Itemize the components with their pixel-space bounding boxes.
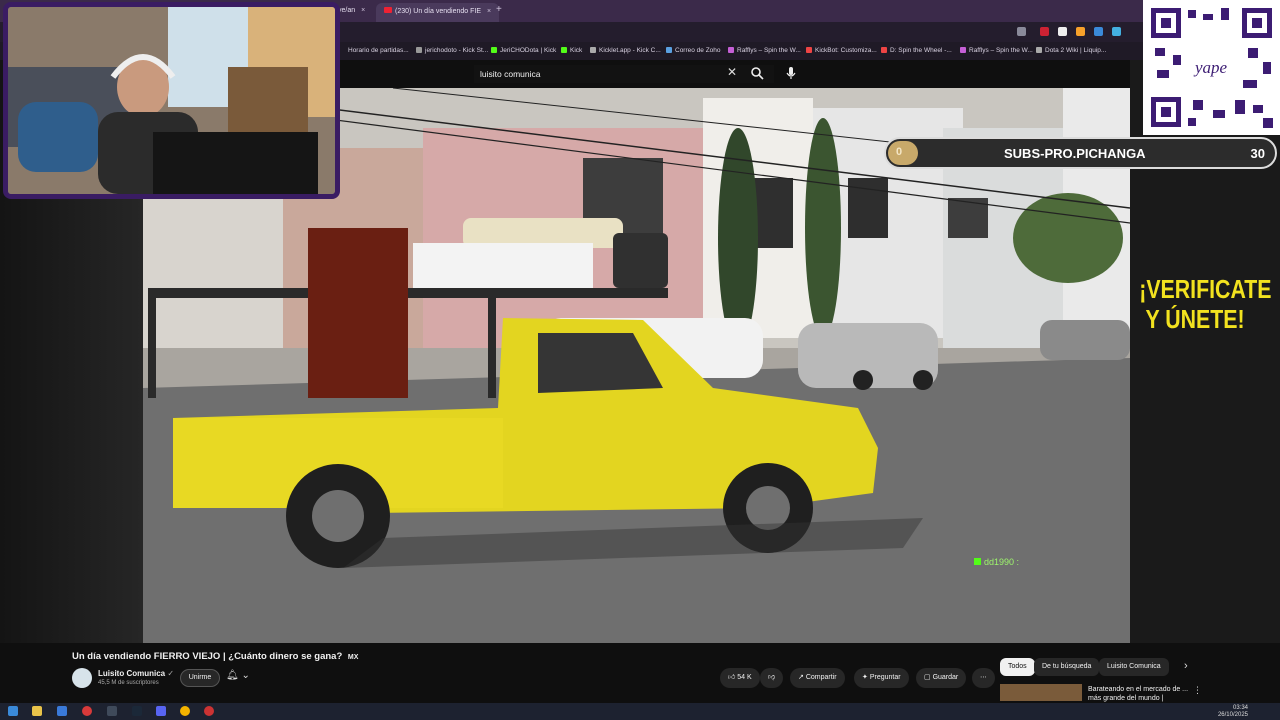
yape-logo: yape (1193, 58, 1228, 77)
file-explorer-icon[interactable] (32, 706, 42, 716)
bookmark-icon (1036, 47, 1042, 53)
steam-icon[interactable] (132, 706, 142, 716)
country-flag: MX (347, 654, 359, 661)
cast-icon[interactable] (1017, 27, 1026, 36)
share-icon: ↗ (798, 674, 804, 681)
extension-icon[interactable] (1058, 27, 1067, 36)
recommended-title[interactable]: Barateando en el mercado de ... más gran… (1088, 685, 1188, 703)
notification-bell-icon[interactable]: 🔔︎ ⌄ (226, 670, 250, 681)
bookmark-item[interactable]: KickBot: Customiza... (806, 47, 877, 54)
dislike-button[interactable]: 👎︎ (760, 668, 784, 688)
close-tab-icon[interactable]: × (487, 8, 491, 15)
more-options-icon[interactable]: ⋮ (1193, 685, 1202, 696)
chip-from-search[interactable]: De tu búsqueda (1034, 658, 1100, 676)
verify-banner-text: ¡VERIFICATE Y ÚNETE! (1139, 274, 1272, 334)
chevron-right-icon[interactable]: › (1184, 660, 1188, 672)
bookmark-item[interactable]: Rafflys – Spin the W... (960, 47, 1033, 54)
search-icon[interactable] (750, 66, 764, 80)
bookmark-icon: ▢ (924, 674, 931, 681)
join-button[interactable]: Unirme (180, 669, 220, 687)
kick-icon (491, 47, 497, 53)
bookmark-icon (728, 47, 734, 53)
extension-icon[interactable] (1094, 27, 1103, 36)
bookmark-icon (960, 47, 966, 53)
chrome-icon[interactable] (180, 706, 190, 716)
ask-button[interactable]: ✦ Preguntar (854, 668, 909, 688)
bookmark-item[interactable]: JeriCHODota | Kick (491, 47, 556, 54)
microphone-icon[interactable] (784, 66, 798, 80)
goal-title: SUBS-PRO.PICHANGA (1004, 146, 1146, 161)
extension-icon[interactable] (1040, 27, 1049, 36)
thumbs-up-icon: 👍︎ (728, 674, 736, 681)
new-tab-icon[interactable]: + (496, 4, 502, 15)
subs-goal-bar: 0 SUBS-PRO.PICHANGA 30 (884, 137, 1277, 169)
webcam-feed (8, 7, 335, 194)
thumbs-down-icon: 👎︎ (768, 674, 776, 681)
youtube-icon (384, 7, 392, 13)
bookmark-item[interactable]: Dota 2 Wiki | Liquip... (1036, 47, 1106, 54)
app-icon[interactable] (107, 706, 117, 716)
like-button[interactable]: 👍︎ 54 K (720, 668, 760, 688)
video-info-section: Un día vendiendo FIERRO VIEJO | ¿Cuánto … (0, 643, 1280, 703)
kick-icon (561, 47, 567, 53)
bookmark-item[interactable]: Rafflys – Spin the W... (728, 47, 801, 54)
windows-taskbar: 03:34 26/10/2025 (0, 703, 1280, 720)
chat-message-tag: dd1990 : (974, 557, 1019, 567)
subscriber-count: 45,5 M de suscriptores (98, 680, 159, 686)
save-button[interactable]: ▢ Guardar (916, 668, 967, 688)
qr-code-icon: yape (1143, 0, 1280, 135)
tab-current[interactable]: (230) Un día vendiendo FIE × (376, 3, 500, 22)
start-icon[interactable] (8, 706, 18, 716)
bookmark-item[interactable]: Kicklet.app - Kick C... (590, 47, 661, 54)
youtube-search-bar: ✕ (340, 60, 1140, 88)
bookmark-item[interactable]: D: Spin the Wheel -... (881, 47, 952, 54)
discord-icon[interactable] (156, 706, 166, 716)
opera-icon[interactable] (82, 706, 92, 716)
app-icon[interactable] (57, 706, 67, 716)
goal-target-value: 30 (1250, 146, 1265, 161)
video-title: Un día vendiendo FIERRO VIEJO | ¿Cuánto … (72, 651, 359, 662)
goal-progress-fill (888, 141, 918, 165)
bookmark-item[interactable]: jerichodoto - Kick St... (416, 47, 488, 54)
extension-icon[interactable] (1076, 27, 1085, 36)
extension-icon[interactable] (1112, 27, 1121, 36)
obs-icon[interactable] (204, 706, 214, 716)
chip-channel[interactable]: Luisito Comunica (1099, 658, 1169, 676)
more-actions-button[interactable]: ⋯ (972, 668, 995, 688)
bookmark-icon (590, 47, 596, 53)
share-button[interactable]: ↗ Compartir (790, 668, 845, 688)
goal-current-value: 0 (896, 146, 903, 158)
webcam-overlay (3, 2, 340, 199)
more-icon: ⋯ (980, 674, 987, 681)
taskbar-clock[interactable]: 03:34 26/10/2025 (1218, 705, 1248, 719)
verified-icon: ✓ (167, 669, 175, 678)
channel-avatar[interactable] (72, 668, 92, 688)
zoho-icon (666, 47, 672, 53)
bookmark-item[interactable]: Kick (561, 47, 582, 54)
chip-all[interactable]: Todos (1000, 658, 1035, 676)
kick-icon (974, 558, 981, 565)
bookmark-item[interactable]: Horario de partidas... (348, 47, 409, 54)
yape-qr-code: yape (1143, 0, 1280, 135)
sparkle-icon: ✦ (862, 674, 868, 681)
close-tab-icon[interactable]: × (361, 7, 365, 14)
clear-search-icon[interactable]: ✕ (727, 65, 737, 79)
channel-name[interactable]: Luisito Comunica ✓ (98, 669, 174, 678)
bookmark-item[interactable]: Correo de Zoho (666, 47, 721, 54)
youtube-icon (881, 47, 887, 53)
recommended-thumbnail[interactable] (1000, 684, 1082, 701)
bookmark-icon (416, 47, 422, 53)
bookmark-icon (806, 47, 812, 53)
